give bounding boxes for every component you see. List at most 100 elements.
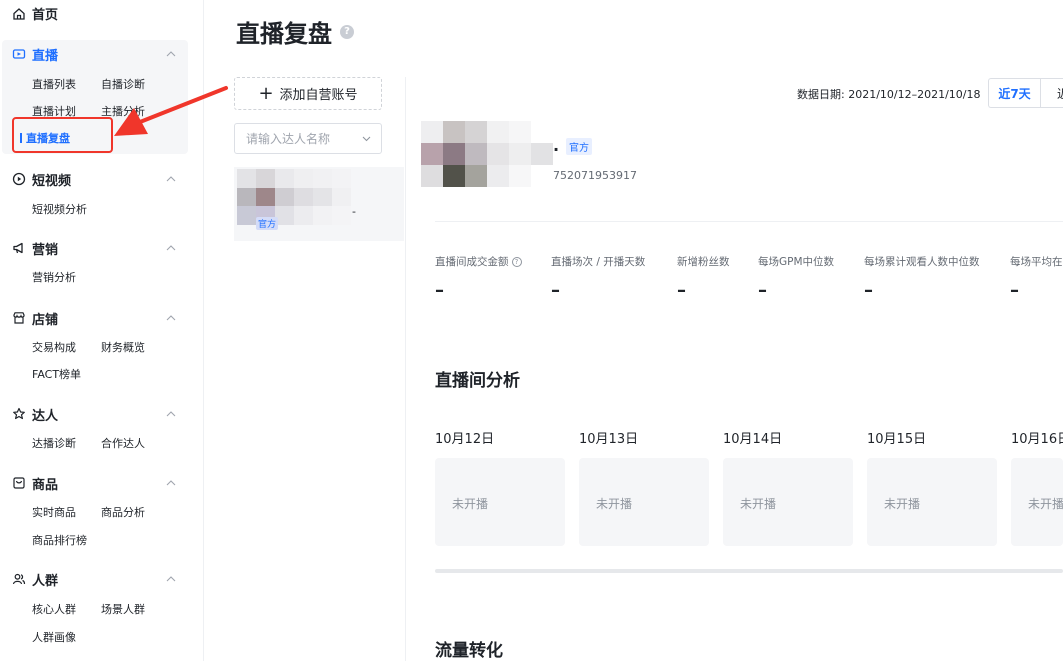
influencer-search-select[interactable]: 请输入达人名称 [234, 123, 382, 154]
sidebar-item-trade-structure[interactable]: 交易构成 [32, 339, 76, 355]
sidebar-group-marketing-header[interactable]: 营销 [0, 234, 204, 262]
sidebar-group-live-header[interactable]: 直播 [2, 40, 188, 68]
profile-avatar-blurred [421, 121, 553, 187]
day-label: 10月14日 [723, 432, 783, 447]
section-title-traffic: 流量转化 [435, 641, 503, 661]
sidebar-group-influencer-header[interactable]: 达人 [0, 400, 204, 428]
help-icon[interactable]: ? [340, 24, 354, 39]
sidebar-group-shop: 店铺 交易构成 财务概览 FACT榜单 [0, 304, 204, 381]
metric-label-gmv: 直播间成交金额 ? [435, 254, 522, 269]
sidebar-item-goods-ranking[interactable]: 商品排行榜 [32, 532, 87, 548]
annotation-arrow [114, 86, 228, 136]
chevron-up-icon[interactable] [166, 410, 176, 418]
range-next-button[interactable]: 近 [1040, 78, 1063, 108]
account-avatar-blurred [237, 169, 351, 225]
range-7days-button[interactable]: 近7天 [988, 78, 1040, 108]
home-icon [13, 7, 25, 20]
sidebar-group-goods-title: 商品 [32, 477, 59, 493]
section-title-live-analysis: 直播间分析 [435, 371, 520, 391]
add-account-label: 添加自营账号 [279, 88, 358, 103]
day-card[interactable]: 未开播 [723, 458, 853, 546]
day-label: 10月16日 [1011, 432, 1063, 447]
horizontal-scrollbar[interactable] [435, 569, 1063, 573]
day-label: 10月15日 [867, 432, 927, 447]
sidebar-group-audience: 人群 核心人群 场景人群 人群画像 [0, 565, 204, 644]
sidebar-item-scene-audience[interactable]: 场景人群 [101, 601, 145, 617]
metric-value-avg: – [1010, 280, 1019, 301]
metric-value-viewers: – [864, 280, 873, 301]
sidebar-item-audience-portrait[interactable]: 人群画像 [32, 629, 76, 645]
page-title: 直播复盘 ? [236, 14, 354, 49]
influencer-search-placeholder: 请输入达人名称 [246, 132, 331, 146]
chevron-up-icon[interactable] [166, 575, 176, 583]
metric-label-avg: 每场平均在 [1010, 256, 1063, 268]
people-icon [12, 573, 26, 585]
sidebar-group-video-header[interactable]: 短视频 [0, 165, 204, 193]
profile-uid: 752071953917 [553, 169, 637, 182]
profile-official-tag: 官方 [566, 138, 592, 155]
metric-label-new-fans: 新增粉丝数 [677, 256, 730, 268]
metric-label-sessions: 直播场次 / 开播天数 [551, 256, 646, 268]
sidebar-item-home-label: 首页 [32, 8, 59, 23]
sidebar-group-influencer: 达人 达播诊断 合作达人 [0, 400, 204, 450]
sidebar-item-live-list[interactable]: 直播列表 [32, 76, 76, 92]
video-icon [12, 172, 26, 186]
sidebar-group-shop-title: 店铺 [32, 312, 59, 328]
help-icon[interactable]: ? [511, 256, 522, 267]
metric-value-sessions: – [551, 280, 560, 301]
metric-value-new-fans: – [677, 280, 686, 301]
sidebar-group-live-title: 直播 [32, 48, 59, 64]
plus-icon: + [258, 82, 274, 104]
chevron-up-icon[interactable] [166, 314, 176, 322]
sidebar-group-goods: 商品 实时商品 商品分析 商品排行榜 [0, 469, 204, 547]
day-card[interactable]: 未开播 [1011, 458, 1063, 546]
chevron-up-icon[interactable] [166, 479, 176, 487]
day-card[interactable]: 未开播 [867, 458, 997, 546]
live-icon [12, 49, 26, 59]
sidebar-group-video: 短视频 短视频分析 [0, 165, 204, 216]
profile-divider [435, 221, 1063, 222]
sidebar-item-influencer-diagnosis[interactable]: 达播诊断 [32, 435, 76, 451]
sidebar-item-video-analysis[interactable]: 短视频分析 [32, 201, 87, 217]
sidebar-item-fact-ranking[interactable]: FACT榜单 [32, 366, 81, 382]
app-root: 首页 直播 直播列表 自播诊断 直播计划 主播分析 直播复盘 短视频 短视频分析… [0, 0, 1063, 661]
sidebar-group-marketing: 营销 营销分析 [0, 234, 204, 284]
goods-icon [13, 477, 25, 489]
metric-label-gpm: 每场GPM中位数 [758, 256, 835, 268]
day-label: 10月12日 [435, 432, 495, 447]
sidebar-item-partner-influencers[interactable]: 合作达人 [101, 435, 145, 451]
shop-icon [13, 312, 25, 324]
sidebar-group-video-title: 短视频 [32, 173, 72, 189]
metric-value-gmv: – [435, 280, 444, 301]
day-label: 10月13日 [579, 432, 639, 447]
star-icon [13, 407, 25, 420]
annotation-highlight-box [12, 117, 113, 153]
add-account-button[interactable]: + 添加自营账号 [234, 77, 382, 110]
day-card[interactable]: 未开播 [579, 458, 709, 546]
metric-label-viewers: 每场累计观看人数中位数 [864, 256, 980, 268]
sidebar-item-home[interactable]: 首页 [12, 4, 58, 23]
sidebar-item-finance-overview[interactable]: 财务概览 [101, 339, 145, 355]
sidebar-group-audience-title: 人群 [32, 573, 59, 589]
account-official-tag: 官方 [256, 217, 279, 230]
sidebar-item-goods-analysis[interactable]: 商品分析 [101, 504, 145, 520]
sidebar-group-marketing-title: 营销 [32, 242, 59, 258]
sidebar-item-core-audience[interactable]: 核心人群 [32, 601, 76, 617]
metric-value-gpm: – [758, 280, 767, 301]
data-date-range: 数据日期: 2021/10/12–2021/10/18 [797, 88, 981, 101]
chevron-down-icon [362, 136, 371, 142]
day-card[interactable]: 未开播 [435, 458, 565, 546]
chevron-up-icon[interactable] [166, 244, 176, 252]
column-divider [405, 77, 406, 661]
sidebar-group-goods-header[interactable]: 商品 [0, 469, 204, 497]
sidebar-item-realtime-goods[interactable]: 实时商品 [32, 504, 76, 520]
sidebar-group-influencer-title: 达人 [32, 408, 59, 424]
chevron-up-icon[interactable] [166, 50, 176, 58]
page-title-text: 直播复盘 [236, 20, 332, 48]
account-card[interactable]: - 官方 [234, 167, 404, 241]
sidebar-item-marketing-analysis[interactable]: 营销分析 [32, 269, 76, 285]
sidebar-group-audience-header[interactable]: 人群 [0, 565, 204, 593]
sidebar-group-shop-header[interactable]: 店铺 [0, 304, 204, 332]
megaphone-icon [13, 242, 23, 254]
chevron-up-icon[interactable] [166, 175, 176, 183]
